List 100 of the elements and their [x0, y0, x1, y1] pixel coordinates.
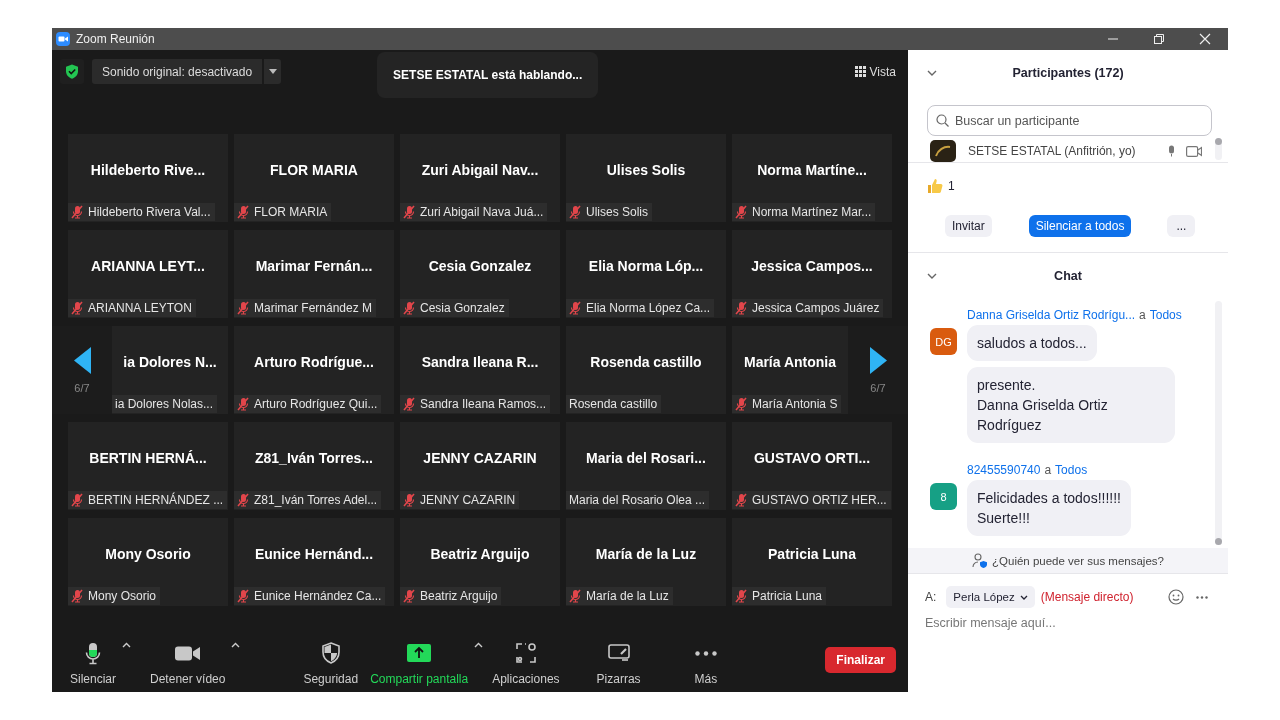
- caret-up-icon[interactable]: [121, 642, 131, 648]
- participant-name: Hildeberto Rive...: [90, 161, 206, 178]
- name-label-text: María de la Luz: [586, 589, 669, 603]
- name-label-text: Ulises Solis: [586, 205, 648, 219]
- caret-up-icon[interactable]: [230, 642, 240, 648]
- name-label-text: Norma Martínez Mar...: [752, 205, 872, 219]
- more-button[interactable]: ...: [1167, 215, 1196, 237]
- participant-name: JENNY CAZARIN: [423, 449, 537, 466]
- microphone-icon: [85, 641, 101, 665]
- participant-name: María Antonia: [743, 353, 836, 370]
- sender-name[interactable]: Danna Griselda Ortiz Rodrígu...: [967, 308, 1136, 322]
- grid-icon: [854, 66, 866, 77]
- dropdown-button[interactable]: [264, 59, 282, 84]
- name-label-text: Maria del Rosario Olea ...: [569, 493, 706, 507]
- end-meeting-button[interactable]: Finalizar: [825, 647, 896, 673]
- participant-name: Maria del Rosari...: [586, 449, 706, 466]
- name-label-text: Rosenda castillo: [569, 397, 658, 411]
- scrollbar[interactable]: [1215, 138, 1222, 160]
- participant-name: Eunice Hernánd...: [254, 545, 374, 562]
- scrollbar[interactable]: [1215, 301, 1222, 545]
- participant-name: Norma Martíne...: [757, 161, 867, 178]
- close-icon[interactable]: [1199, 33, 1211, 45]
- stop-video-button[interactable]: Detener vídeo: [146, 641, 230, 686]
- sender-name[interactable]: 82455590740: [967, 463, 1041, 477]
- participant-name: Beatriz Arguijo: [430, 545, 530, 562]
- view-button[interactable]: Vista: [850, 62, 900, 81]
- direct-message-note: (Mensaje directo): [1040, 590, 1134, 604]
- collapse-chevron-icon[interactable]: [927, 70, 937, 76]
- original-sound-button[interactable]: Sonido original: desactivado: [92, 59, 263, 84]
- message-bubble: presente. Danna Griselda Ortiz Rodríguez: [967, 367, 1175, 443]
- mute-all-button[interactable]: Silenciar a todos: [1028, 215, 1132, 237]
- share-screen-icon: [407, 644, 432, 662]
- apps-icon: [515, 643, 536, 663]
- microphone-icon: [1167, 145, 1176, 157]
- message-bubble: Felicidades a todos!!!!!! Suerte!!!: [967, 480, 1131, 536]
- name-label-text: Sandra Ileana Ramos...: [420, 397, 547, 411]
- participant-name: Cesia Gonzalez: [428, 257, 532, 274]
- video-camera-icon: [1186, 145, 1202, 157]
- name-label-text: María Antonia S: [752, 397, 838, 411]
- collapse-chevron-icon[interactable]: [927, 273, 937, 279]
- apps-button[interactable]: Aplicaciones: [488, 641, 564, 686]
- next-page-arrow-icon[interactable]: [869, 346, 887, 374]
- search-field[interactable]: Buscar un participante: [927, 105, 1212, 136]
- dropdown-chevron-icon: [1019, 594, 1028, 600]
- name-label-text: Arturo Rodríguez Qui...: [254, 397, 378, 411]
- avatar: 8: [930, 483, 957, 510]
- more-icon: [694, 650, 717, 656]
- avatar-icon: [930, 140, 956, 162]
- participant-name: ARIANNA LEYT...: [91, 257, 205, 274]
- avatar: DG: [930, 328, 957, 355]
- zoom-logo-icon: [56, 32, 70, 46]
- person-shield-icon: [972, 553, 988, 568]
- window-title: Zoom Reunión: [76, 32, 155, 46]
- participant-name: Jessica Campos...: [751, 257, 873, 274]
- previous-page-arrow-icon[interactable]: [73, 346, 91, 374]
- participant-name: FLOR MARIA: [270, 161, 358, 178]
- name-label-text: ia Dolores Nolas...: [115, 397, 214, 411]
- participant-name: Patricia Luna: [768, 545, 856, 562]
- participant-name: BERTIN HERNÁ...: [89, 449, 207, 466]
- more-button[interactable]: Más: [690, 641, 722, 686]
- participant-name: Rosenda castillo: [590, 353, 702, 370]
- whiteboards-button[interactable]: Pizarras: [592, 641, 645, 686]
- name-label-text: Zuri Abigail Nava Juá...: [420, 205, 544, 219]
- page-indicator: 6/7: [870, 381, 886, 394]
- name-label-text: JENNY CAZARIN: [420, 493, 516, 507]
- recipient-label: A:: [925, 590, 937, 604]
- name-label-text: Beatriz Arguijo: [420, 589, 498, 603]
- more-options-icon[interactable]: [1196, 595, 1208, 599]
- security-button[interactable]: Seguridad: [299, 641, 363, 686]
- participant-name: Zuri Abigail Nav...: [421, 161, 539, 178]
- recipient-dropdown[interactable]: Perla López: [946, 586, 1035, 608]
- emoji-icon[interactable]: [1168, 589, 1184, 605]
- participant-name: GUSTAVO ORTI...: [753, 449, 871, 466]
- name-label-text: Eunice Hernández Ca...: [254, 589, 382, 603]
- participant-name: Arturo Rodrígue...: [254, 353, 374, 370]
- search-icon: [936, 114, 949, 127]
- speaking-banner: SETSE ESTATAL está hablando...: [377, 52, 599, 98]
- page-indicator: 6/7: [74, 381, 90, 394]
- name-label-text: Hildeberto Rivera Val...: [88, 205, 211, 219]
- name-label-text: ARIANNA LEYTON: [88, 301, 192, 315]
- message-input[interactable]: Escribir mensaje aquí...: [925, 616, 1211, 630]
- video-camera-icon: [175, 645, 201, 661]
- shield-check-icon[interactable]: [65, 64, 79, 79]
- participant-name: Z81_Iván Torres...: [255, 449, 373, 466]
- recipient-name[interactable]: Todos: [1055, 463, 1088, 477]
- caret-up-icon[interactable]: [473, 642, 483, 648]
- participant-name: ia Dolores N...: [123, 353, 217, 370]
- recipient-name[interactable]: Todos: [1149, 308, 1182, 322]
- participant-name: María de la Luz: [595, 545, 697, 562]
- share-screen-button[interactable]: Compartir pantalla: [366, 641, 473, 686]
- participant-name: Ulises Solis: [606, 161, 686, 178]
- name-label-text: Z81_Iván Torres Adel...: [254, 493, 378, 507]
- restore-icon[interactable]: [1153, 33, 1165, 45]
- name-label-text: Cesia Gonzalez: [420, 301, 505, 315]
- mute-button[interactable]: Silenciar: [66, 641, 121, 686]
- invite-button[interactable]: Invitar: [945, 215, 992, 237]
- shield-icon: [320, 642, 341, 664]
- participant-name: Marimar Fernán...: [255, 257, 373, 274]
- caret-icon: [268, 69, 277, 74]
- name-label-text: Marimar Fernández M: [254, 301, 373, 315]
